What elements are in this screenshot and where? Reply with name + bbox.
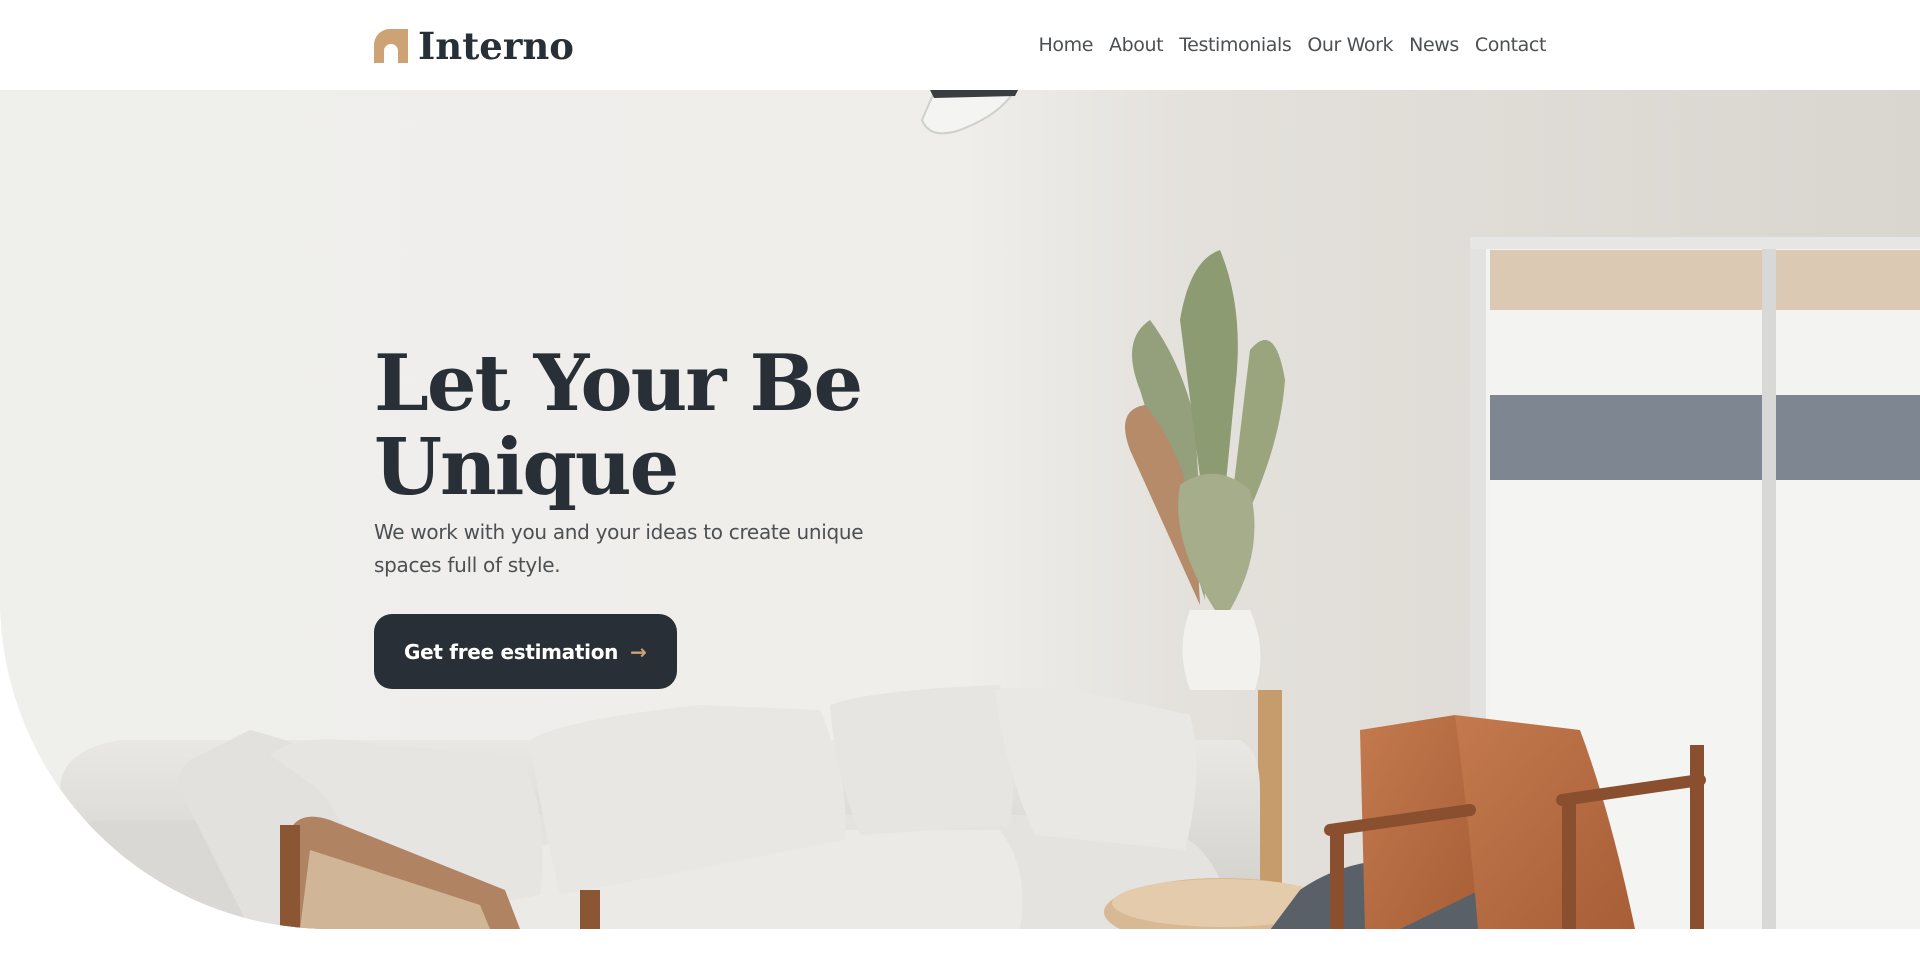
nav-testimonials[interactable]: Testimonials bbox=[1179, 32, 1292, 58]
nav-our-work[interactable]: Our Work bbox=[1307, 32, 1393, 58]
nav-about[interactable]: About bbox=[1109, 32, 1164, 58]
hero-title-line1: Let Your Be bbox=[374, 338, 863, 429]
hero-content: Let Your Be Unique We work with you and … bbox=[374, 342, 974, 689]
logo[interactable]: Interno bbox=[374, 26, 574, 66]
nav-news[interactable]: News bbox=[1409, 32, 1459, 58]
main-nav: Home About Testimonials Our Work News Co… bbox=[1038, 32, 1546, 58]
nav-contact[interactable]: Contact bbox=[1475, 32, 1547, 58]
hero-title: Let Your Be Unique bbox=[374, 342, 974, 510]
hero-subtitle: We work with you and your ideas to creat… bbox=[374, 520, 864, 577]
brand-name: Interno bbox=[418, 24, 574, 68]
arrow-right-icon: → bbox=[630, 639, 647, 664]
get-free-estimation-button[interactable]: Get free estimation → bbox=[374, 614, 677, 689]
site-header: Interno Home About Testimonials Our Work… bbox=[0, 0, 1920, 90]
nav-home[interactable]: Home bbox=[1038, 32, 1093, 58]
hero-title-line2: Unique bbox=[374, 422, 679, 513]
hero-section: Let Your Be Unique We work with you and … bbox=[0, 90, 1920, 929]
logo-arch-icon bbox=[374, 29, 408, 63]
cta-label: Get free estimation bbox=[404, 639, 619, 664]
